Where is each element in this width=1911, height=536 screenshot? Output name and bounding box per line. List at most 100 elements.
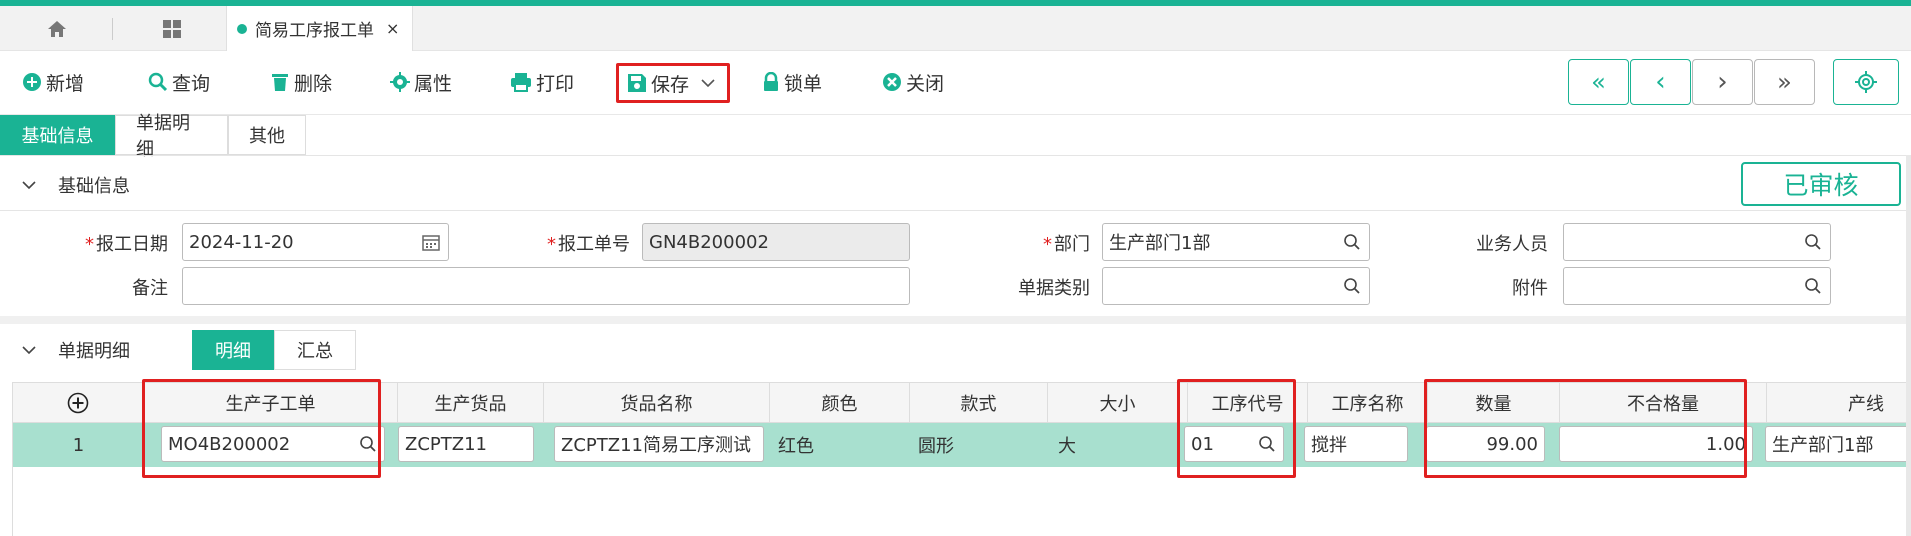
color-cell: 红色 [778,436,814,457]
highlight-qty [1424,379,1747,478]
properties-button[interactable]: 属性 [390,65,452,99]
print-button[interactable]: 打印 [510,65,574,99]
search-icon[interactable] [1343,233,1361,251]
report-date-label: * 报工日期 [85,234,168,255]
lock-icon [764,72,778,91]
detail-title: 单据明细 [58,341,130,362]
add-row-cell[interactable] [13,383,144,423]
report-no-label: * 报工单号 [547,234,630,255]
detail-header[interactable]: 单据明细 [0,330,190,370]
tab-separator [112,18,113,40]
search-icon [148,72,168,92]
home-icon [48,21,66,37]
dept-label: * 部门 [1043,234,1090,255]
col-product[interactable]: 生产货品 [398,383,544,423]
lock-button[interactable]: 锁单 [762,65,822,99]
last-record-button[interactable]: » [1754,59,1815,105]
delete-button[interactable]: 删除 [270,65,332,99]
col-style[interactable]: 款式 [910,383,1048,423]
new-button[interactable]: 新增 [22,65,84,99]
process-name-input[interactable]: 搅拌 [1304,426,1408,462]
remark-field[interactable] [182,267,910,305]
first-record-button[interactable]: « [1568,59,1629,105]
double-chevron-right-icon: » [1777,68,1792,96]
col-color[interactable]: 颜色 [770,383,910,423]
tabs-divider [0,155,1911,156]
next-record-button[interactable]: › [1692,59,1753,105]
double-chevron-left-icon: « [1591,68,1606,96]
search-icon[interactable] [1804,277,1822,295]
home-button[interactable] [22,14,92,44]
tab-basic-info[interactable]: 基础信息 [0,115,115,155]
basic-info-form: * 报工日期 2024-11-20 * 报工单号 GN4B200002 * 部门 生产… [0,210,1911,316]
product-value: ZCPTZ11 [405,433,487,455]
col-process-name[interactable]: 工序名称 [1308,383,1428,423]
query-button[interactable]: 查询 [148,65,210,99]
process-name-value: 搅拌 [1311,435,1347,456]
line-value: 生产部门1部 [1772,435,1874,456]
doc-type-label: 单据类别 [1018,278,1090,299]
remark-label: 备注 [132,278,168,299]
tab-summary[interactable]: 汇总 [274,330,356,370]
attachment-field[interactable] [1563,267,1831,305]
salesperson-field[interactable] [1563,223,1831,261]
settings-button[interactable] [1833,59,1899,105]
tab-title: 简易工序报工单 [255,21,374,41]
new-label: 新增 [46,72,85,95]
basic-info-header[interactable]: 基础信息 [0,165,1911,205]
chevron-down-icon[interactable] [701,78,715,88]
status-stamp: 已审核 [1741,162,1901,206]
vertical-scrollbar[interactable] [1906,155,1911,536]
size-cell: 大 [1058,436,1076,457]
chevron-left-icon: ‹ [1655,67,1666,97]
save-button[interactable]: 保存 [616,63,731,103]
report-date-value: 2024-11-20 [189,231,294,253]
print-label: 打印 [536,72,575,95]
style-cell: 圆形 [918,436,954,457]
col-product-name[interactable]: 货品名称 [544,383,770,423]
col-size[interactable]: 大小 [1048,383,1188,423]
gear-icon [390,72,410,92]
report-no-field: GN4B200002 [642,223,910,261]
dept-value: 生产部门1部 [1109,233,1211,254]
basic-info-title: 基础信息 [58,176,130,197]
calendar-icon[interactable] [422,233,440,251]
query-label: 查询 [172,72,211,95]
highlight-process-code [1177,379,1296,478]
close-button[interactable]: 关闭 [882,65,944,99]
properties-label: 属性 [414,72,453,95]
line-input[interactable]: 生产部门1部 [1765,426,1911,462]
apps-button[interactable] [132,14,212,44]
settings-gear-icon [1855,71,1877,93]
plus-circle-icon [23,73,41,91]
printer-icon [511,73,531,92]
add-row-icon[interactable] [67,392,89,414]
delete-label: 删除 [294,72,333,95]
doc-type-field[interactable] [1102,267,1370,305]
tab-simple-process-report[interactable]: 简易工序报工单 × [226,6,413,51]
chevron-right-icon: › [1717,67,1728,97]
active-dot-icon [237,23,247,34]
close-circle-icon [883,73,901,91]
salesperson-label: 业务人员 [1476,234,1548,255]
product-input[interactable]: ZCPTZ11 [398,426,534,462]
collapse-chevron-icon[interactable] [0,180,58,190]
tab-other[interactable]: 其他 [228,115,306,155]
close-tab-icon[interactable]: × [386,19,399,38]
section-divider [0,316,1911,324]
trash-icon [272,74,288,91]
collapse-chevron-icon[interactable] [0,345,58,355]
search-icon[interactable] [1804,233,1822,251]
prev-record-button[interactable]: ‹ [1630,59,1691,105]
grid-icon [163,20,181,38]
tab-detail[interactable]: 明细 [192,330,274,370]
dept-field[interactable]: 生产部门1部 [1102,223,1370,261]
product-name-input[interactable]: ZCPTZ11简易工序测试 [554,426,764,462]
row-index: 1 [72,434,85,456]
tab-doc-details[interactable]: 单据明细 [115,113,228,160]
col-line[interactable]: 产线 [1767,383,1911,423]
report-date-field[interactable]: 2024-11-20 [182,223,449,261]
search-icon[interactable] [1343,277,1361,295]
save-label: 保存 [651,73,690,96]
tab-bar: 简易工序报工单 × [0,6,1911,51]
